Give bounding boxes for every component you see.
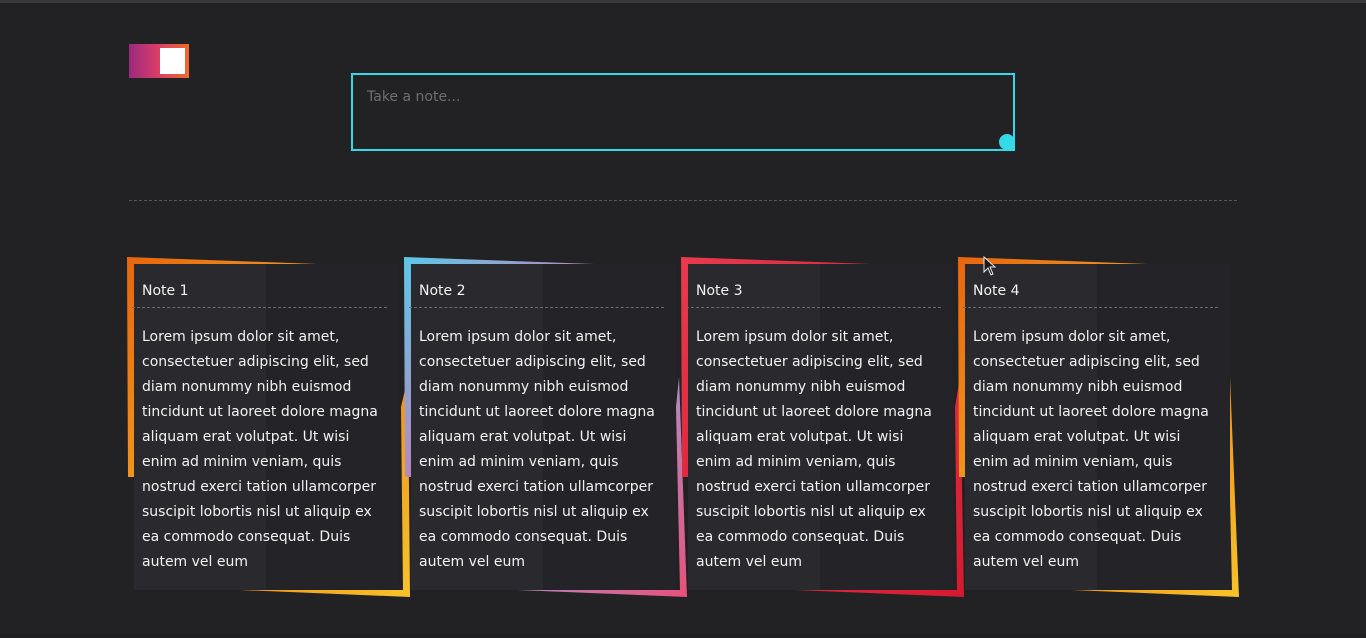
window-top-edge [0,0,1366,3]
note-body-text: Lorem ipsum dolor sit amet, consectetuer… [973,329,1209,570]
theme-toggle[interactable] [129,44,189,78]
section-divider [129,200,1237,201]
note-input-field[interactable] [365,87,999,141]
toggle-knob[interactable] [160,48,185,74]
note-title-divider [963,307,1218,308]
mouse-cursor-icon [983,256,997,276]
note-title-divider [132,307,387,308]
note-card-2[interactable]: Note 2 Lorem ipsum dolor sit amet, conse… [404,257,688,599]
window-bottom-edge [0,634,1366,638]
note-card-4[interactable]: Note 4 Lorem ipsum dolor sit amet, conse… [958,257,1242,599]
note-card-3[interactable]: Note 3 Lorem ipsum dolor sit amet, conse… [681,257,965,599]
note-body-text: Lorem ipsum dolor sit amet, consectetuer… [142,329,378,570]
note-title: Note 4 [973,283,1020,299]
note-title-divider [686,307,941,308]
note-card-1[interactable]: Note 1 Lorem ipsum dolor sit amet, conse… [127,257,411,599]
note-title: Note 2 [419,283,466,299]
note-composer [351,73,1015,151]
note-body-text: Lorem ipsum dolor sit amet, consectetuer… [419,329,655,570]
note-title: Note 1 [142,283,189,299]
note-title: Note 3 [696,283,743,299]
note-body-text: Lorem ipsum dolor sit amet, consectetuer… [696,329,932,570]
add-note-button[interactable] [999,134,1015,150]
note-title-divider [409,307,664,308]
